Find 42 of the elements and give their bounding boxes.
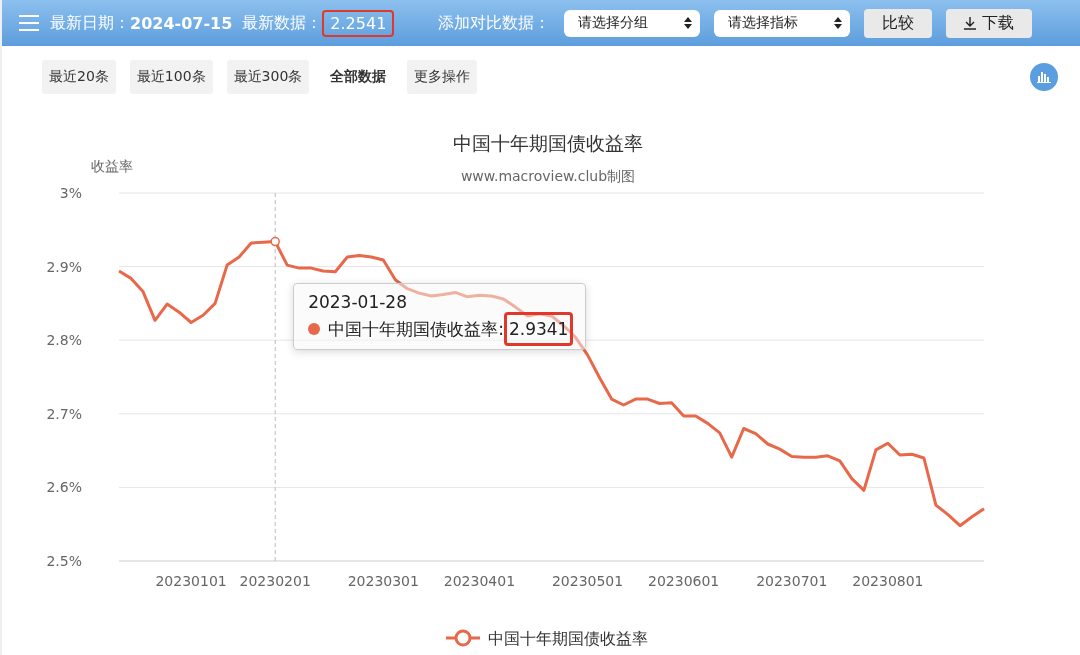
x-tick-label: 20230301 bbox=[347, 573, 419, 589]
bar-chart-icon bbox=[1037, 71, 1051, 83]
range-button[interactable]: 最近100条 bbox=[129, 60, 213, 94]
x-tick-label: 20230501 bbox=[551, 573, 624, 589]
download-button[interactable]: 下载 bbox=[946, 8, 1033, 38]
menu-icon[interactable] bbox=[18, 14, 40, 32]
updown-caret-icon bbox=[684, 17, 693, 29]
legend-label[interactable]: 中国十年期国债收益率 bbox=[488, 629, 648, 648]
tooltip-series-name: 中国十年期国债收益率: bbox=[328, 317, 504, 341]
latest-date: 2024-07-15 bbox=[130, 13, 233, 33]
chart-type-button[interactable] bbox=[1030, 63, 1058, 91]
x-tick-label: 20230801 bbox=[852, 573, 924, 589]
y-tick-label: 2.8% bbox=[46, 332, 82, 349]
x-tick-label: 20230201 bbox=[239, 573, 311, 589]
latest-value: 2.2541 bbox=[322, 9, 395, 37]
compare-button[interactable]: 比较 bbox=[864, 8, 933, 38]
select-dropdown[interactable]: 请选择指标 bbox=[714, 9, 851, 37]
legend-line-icon bbox=[446, 629, 480, 647]
chart-title: 中国十年期国债收益率 bbox=[453, 132, 643, 154]
y-tick-label: 2.7% bbox=[46, 405, 82, 422]
tooltip-value: 2.9341 bbox=[503, 312, 574, 347]
x-tick-label: 20230601 bbox=[648, 573, 720, 589]
latest-data-label: 最新数据： bbox=[242, 12, 323, 34]
range-button[interactable]: 更多操作 bbox=[407, 60, 478, 94]
compare-label: 添加对比数据： bbox=[438, 12, 551, 34]
x-tick-label: 20230401 bbox=[443, 573, 516, 589]
y-tick-label: 2.5% bbox=[46, 553, 82, 569]
x-tick-label: 20230701 bbox=[756, 573, 828, 589]
tooltip-date: 2023-01-28 bbox=[308, 291, 408, 312]
hover-point-marker bbox=[270, 236, 280, 247]
select-dropdown[interactable]: 请选择分组 bbox=[564, 9, 701, 37]
y-tick-label: 2.6% bbox=[46, 479, 82, 496]
y-tick-label: 3% bbox=[59, 185, 82, 201]
download-icon bbox=[964, 16, 977, 30]
chart-subtitle: www.macroview.club制图 bbox=[460, 168, 636, 184]
range-button[interactable]: 最近300条 bbox=[226, 60, 310, 94]
updown-caret-icon bbox=[834, 17, 843, 29]
x-tick-label: 20230101 bbox=[155, 573, 227, 589]
y-tick-label: 2.9% bbox=[46, 258, 82, 275]
y-axis-title: 收益率 bbox=[91, 158, 133, 174]
range-button[interactable]: 最近20条 bbox=[42, 60, 116, 94]
date-label: 最新日期： bbox=[50, 12, 130, 34]
